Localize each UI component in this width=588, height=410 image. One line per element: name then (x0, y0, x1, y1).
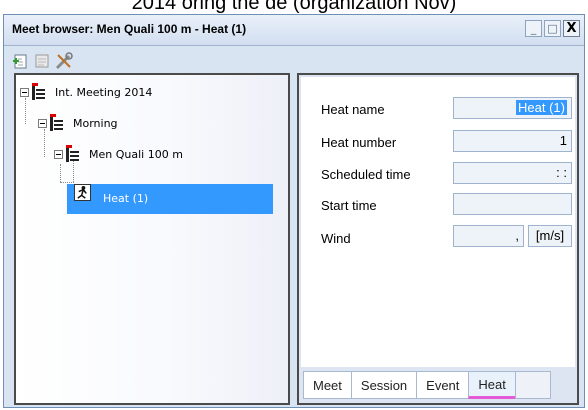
start-time-field[interactable] (453, 193, 572, 215)
tab-heat[interactable]: Heat (468, 371, 515, 399)
tree-label-session: Morning (73, 116, 118, 130)
minimize-button[interactable]: _ (525, 20, 542, 37)
tree-node-meeting[interactable]: Int. Meeting 2014 (20, 82, 152, 102)
collapse-icon[interactable] (20, 87, 29, 97)
tree-node-heat-selected[interactable] (67, 184, 273, 214)
detail-tabs: Meet Session Event Heat (303, 371, 551, 399)
tools-icon[interactable] (54, 51, 74, 71)
heat-name-field[interactable]: Heat (1) (453, 97, 572, 119)
tree-label-meeting: Int. Meeting 2014 (55, 85, 153, 99)
tab-event[interactable]: Event (416, 371, 469, 399)
heat-name-value: Heat (1) (516, 100, 567, 115)
tree-node-session[interactable]: Morning (38, 113, 118, 133)
add-icon[interactable] (10, 51, 30, 71)
toolbar (8, 48, 582, 74)
window-title: Meet browser: Men Quali 100 m - Heat (1) (12, 22, 247, 36)
collapse-icon[interactable] (38, 118, 47, 128)
tree-pane: Int. Meeting 2014 Morning Men Quali 100 … (14, 73, 290, 405)
tab-session[interactable]: Session (350, 371, 417, 399)
meet-browser-window: Meet browser: Men Quali 100 m - Heat (1)… (3, 14, 585, 408)
wind-field[interactable]: , (453, 225, 524, 247)
edit-icon[interactable] (32, 51, 52, 71)
wind-label: Wind (321, 231, 351, 246)
event-icon (66, 145, 79, 162)
tree-node-event[interactable]: Men Quali 100 m (54, 144, 183, 164)
tab-spacer (514, 371, 551, 399)
title-bar[interactable]: Meet browser: Men Quali 100 m - Heat (1)… (4, 15, 584, 46)
details-pane: Heat name Heat (1) Heat number 1 Schedul… (297, 73, 579, 405)
heat-number-label: Heat number (321, 135, 397, 150)
start-time-label: Start time (321, 198, 377, 213)
tree-label-heat: Heat (1) (103, 192, 149, 205)
scheduled-time-field[interactable]: : : (453, 162, 572, 184)
session-icon (50, 114, 63, 131)
meeting-icon (32, 83, 45, 100)
collapse-icon[interactable] (54, 149, 63, 159)
close-button[interactable]: X (563, 20, 580, 37)
heat-number-field[interactable]: 1 (453, 130, 572, 152)
heat-name-label: Heat name (321, 102, 385, 117)
runner-icon (74, 184, 91, 201)
maximize-button[interactable]: □ (544, 20, 561, 37)
tab-meet[interactable]: Meet (303, 371, 351, 399)
wind-unit: [m/s] (528, 225, 572, 247)
background-text: 2014 oring the de (organization Nov) (131, 0, 457, 13)
scheduled-time-label: Scheduled time (321, 167, 411, 182)
tree-label-event: Men Quali 100 m (89, 147, 183, 161)
